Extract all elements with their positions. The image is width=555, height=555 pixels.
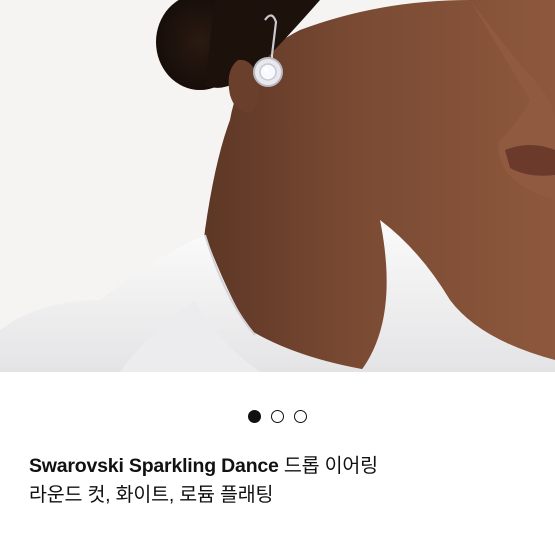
product-title: Swarovski Sparkling Dance 드롭 이어링 라운드 컷, … bbox=[29, 452, 529, 510]
product-image[interactable] bbox=[0, 0, 555, 372]
pagination-dot-3[interactable] bbox=[294, 409, 307, 423]
product-title-line2: 라운드 컷, 화이트, 로듐 플래팅 bbox=[29, 484, 274, 506]
product-title-line1-rest: 드롭 이어링 bbox=[278, 455, 378, 477]
product-title-brand: Swarovski Sparkling Dance bbox=[29, 455, 279, 477]
image-pagination bbox=[0, 406, 555, 426]
product-page: Swarovski Sparkling Dance 드롭 이어링 라운드 컷, … bbox=[0, 0, 555, 555]
pagination-dot-2[interactable] bbox=[271, 409, 284, 423]
pagination-dot-1[interactable] bbox=[248, 409, 261, 423]
